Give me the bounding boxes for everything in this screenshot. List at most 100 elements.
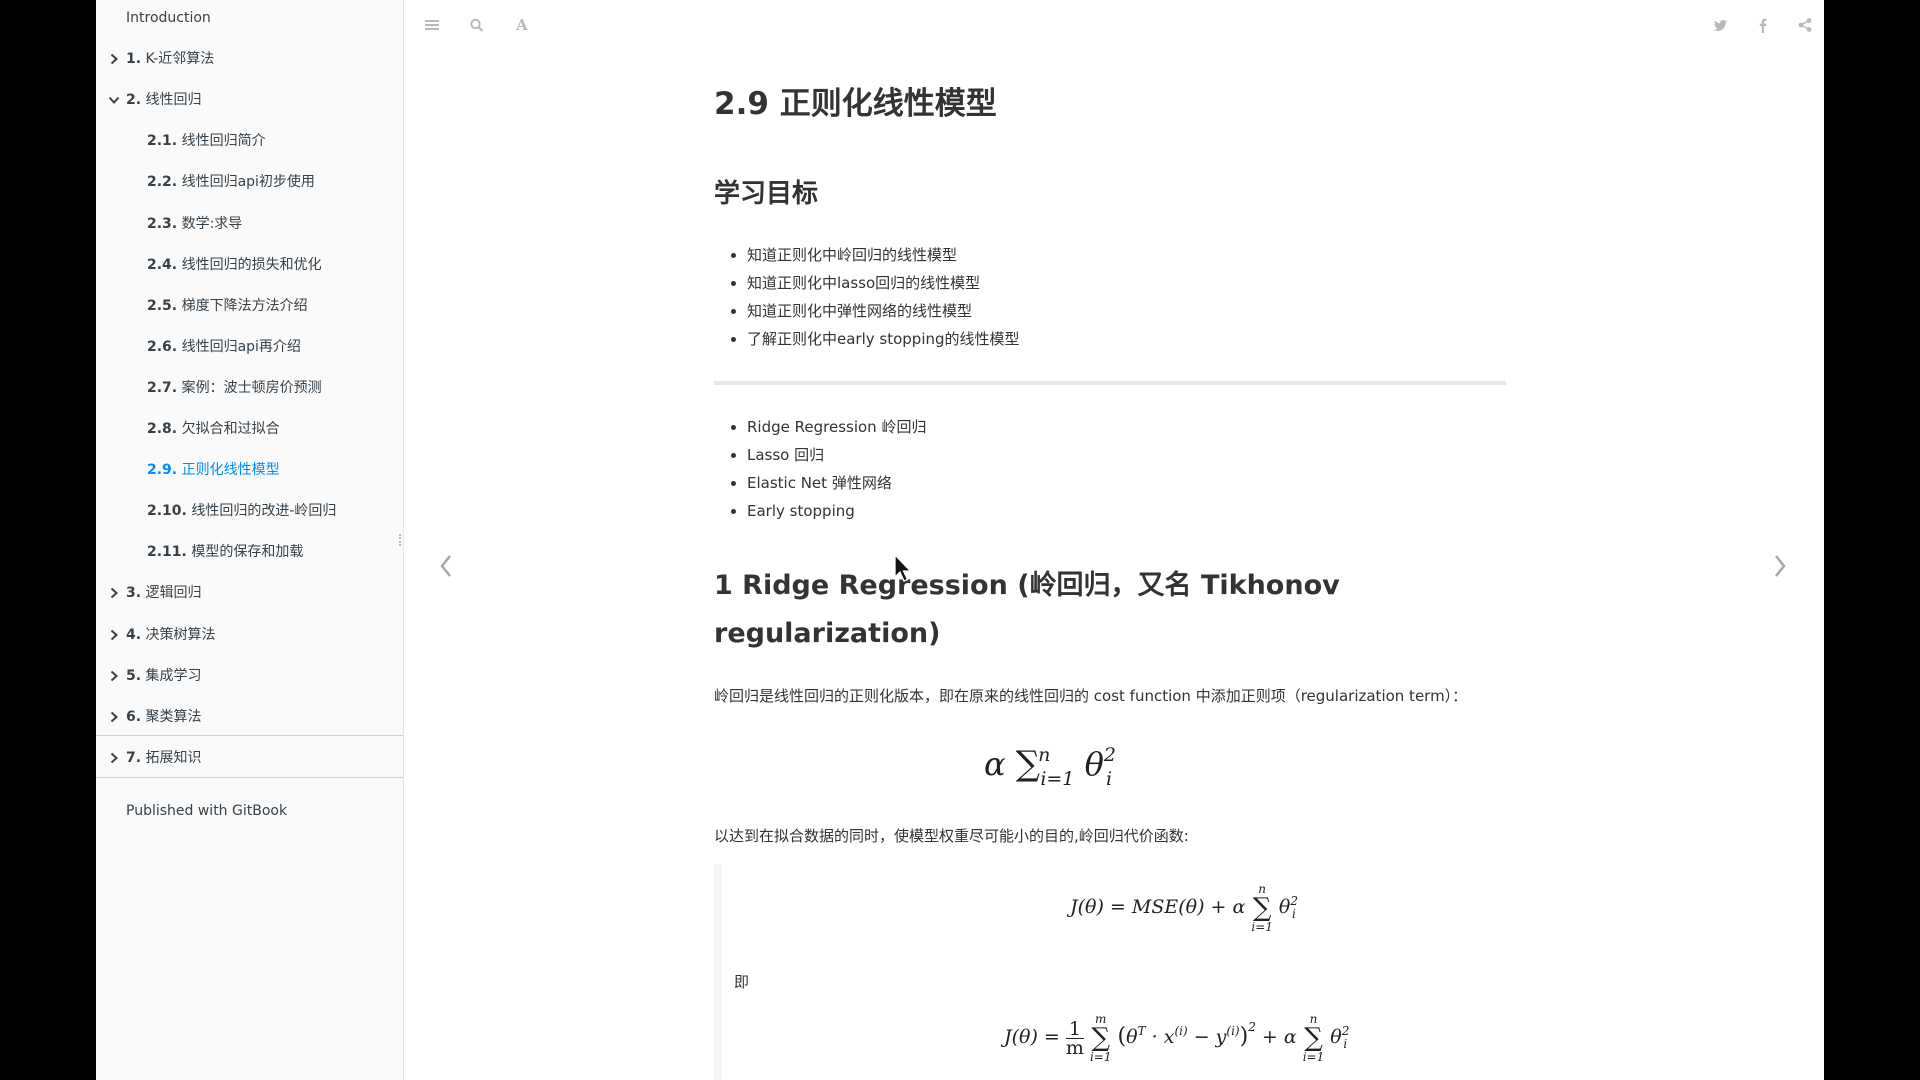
toc-item-number: 2.7. — [147, 380, 178, 396]
toc-item-2-4[interactable]: 2.4. 线性回归的损失和优化 — [147, 253, 322, 277]
ridge-cost-intro: 以达到在拟合数据的同时，使模型权重尽可能小的目的,岭回归代价函数: — [714, 827, 1189, 845]
toc-item-number: 2.10. — [147, 503, 187, 519]
ridge-description: 岭回归是线性回归的正则化版本，即在原来的线性回归的 cost function … — [714, 687, 1468, 705]
toc-item-2-11[interactable]: 2.11. 模型的保存和加载 — [147, 540, 303, 564]
chevron-right-icon[interactable] — [108, 746, 118, 770]
toc-item-label: 数学:求导 — [181, 216, 243, 232]
toc-item-label: K-近邻算法 — [145, 51, 215, 67]
mouse-cursor-icon — [894, 553, 914, 584]
ridge-regression-heading: 1 Ridge Regression (岭回归，又名 Tikhonov regu… — [714, 570, 1340, 649]
toc-item-label: 模型的保存和加载 — [191, 544, 304, 560]
toc-item-label: 线性回归简介 — [181, 133, 266, 149]
topics-list: Ridge Regression 岭回归 Lasso 回归 Elastic Ne… — [714, 413, 926, 525]
published-with-gitbook-link[interactable]: Published with GitBook — [126, 799, 287, 823]
toc-item-number: 2.11. — [147, 544, 187, 560]
share-icon[interactable] — [1797, 16, 1815, 34]
gitbook-app: Introduction 1. K-近邻算法 2. 线性回归 2.1. 线性回归简介 2… — [96, 0, 1824, 1080]
toc-item-number: 1. — [126, 51, 142, 67]
chevron-right-icon[interactable] — [108, 623, 118, 647]
toc-item-number: 2.4. — [147, 257, 178, 273]
toc-item-label: 线性回归的损失和优化 — [181, 257, 322, 273]
toc-item-label: 正则化线性模型 — [181, 462, 280, 478]
learning-goals-heading: 学习目标 — [714, 179, 819, 209]
toc-item-label: 案例：波士顿房价预测 — [181, 380, 322, 396]
toc-item-label: 欠拟合和过拟合 — [181, 421, 280, 437]
chevron-right-icon[interactable] — [108, 47, 118, 71]
font-settings-icon[interactable]: A — [513, 16, 531, 34]
ridge-expanded-cost-formula: J(θ) = 1m m ∑ i=1 (θT · x(i) − y(i))2 + … — [1004, 1012, 1350, 1064]
toc-item-number: 2. — [126, 92, 142, 108]
toc-item-label: 拓展知识 — [145, 750, 202, 766]
page-title: 2.9 正则化线性模型 — [714, 86, 997, 122]
list-item: 知道正则化中岭回归的线性模型 — [747, 241, 1020, 269]
toc-item-2-1[interactable]: 2.1. 线性回归简介 — [147, 129, 266, 153]
regularization-term-formula: α ∑ni=1 θ2i — [984, 744, 1116, 790]
chevron-right-icon[interactable] — [108, 664, 118, 688]
toc-divider — [96, 777, 403, 778]
toc-item-2-5[interactable]: 2.5. 梯度下降法方法介绍 — [147, 294, 308, 318]
menu-icon[interactable] — [424, 16, 442, 34]
toc-item-label: 线性回归api初步使用 — [181, 174, 315, 190]
equivalently-label: 即 — [734, 973, 750, 991]
toc-item-3[interactable]: 3. 逻辑回归 — [110, 581, 202, 605]
toc-item-1[interactable]: 1. K-近邻算法 — [110, 47, 215, 71]
search-icon[interactable] — [469, 16, 487, 34]
toc-item-2-3[interactable]: 2.3. 数学:求导 — [147, 212, 242, 236]
toc-item-label: Introduction — [126, 10, 211, 26]
toc-item-number: 6. — [126, 709, 142, 725]
toc-item-label: 梯度下降法方法介绍 — [181, 298, 308, 314]
toc-item-2-8[interactable]: 2.8. 欠拟合和过拟合 — [147, 417, 280, 441]
toc-item-introduction[interactable]: Introduction — [126, 6, 211, 30]
toc-item-number: 2.1. — [147, 133, 178, 149]
toc-item-number: 7. — [126, 750, 142, 766]
next-page-chevron-icon[interactable] — [1767, 550, 1791, 582]
list-item: Ridge Regression 岭回归 — [747, 413, 926, 441]
toc-item-label: 决策树算法 — [145, 627, 216, 643]
formula-block: J(θ) = MSE(θ) + α n ∑ i=1 θ2i 即 J(θ) = 1… — [714, 864, 1514, 1080]
toc-item-number: 2.2. — [147, 174, 178, 190]
toc-item-label: 线性回归api再介绍 — [181, 339, 301, 355]
toc-item-6[interactable]: 6. 聚类算法 — [110, 705, 202, 729]
list-item: 了解正则化中early stopping的线性模型 — [747, 325, 1020, 353]
toc-item-4[interactable]: 4. 决策树算法 — [110, 623, 216, 647]
ridge-cost-function-formula: J(θ) = MSE(θ) + α n ∑ i=1 θ2i — [1070, 882, 1299, 934]
toc-item-7[interactable]: 7. 拓展知识 — [110, 746, 202, 770]
toc-item-number: 2.6. — [147, 339, 178, 355]
toc-item-number: 3. — [126, 585, 142, 601]
list-item: 知道正则化中lasso回归的线性模型 — [747, 269, 1020, 297]
twitter-icon[interactable] — [1712, 16, 1730, 34]
list-item: 知道正则化中弹性网络的线性模型 — [747, 297, 1020, 325]
toc-item-label: 线性回归 — [145, 92, 202, 108]
main-content-area: A 2.9 正则化线性模型 学习目标 知道正则化中岭回归的线性模型 知道正则化中… — [404, 0, 1824, 1080]
toc-item-label: 集成学习 — [145, 668, 202, 684]
toc-item-number: 2.5. — [147, 298, 178, 314]
toc-item-label: 聚类算法 — [145, 709, 202, 725]
toc-item-5[interactable]: 5. 集成学习 — [110, 664, 202, 688]
sidebar-resize-handle[interactable] — [399, 534, 403, 546]
toc-item-2-10[interactable]: 2.10. 线性回归的改进-岭回归 — [147, 499, 336, 523]
toc-item-label: 逻辑回归 — [145, 585, 202, 601]
list-item: Lasso 回归 — [747, 441, 926, 469]
learning-goals-list: 知道正则化中岭回归的线性模型 知道正则化中lasso回归的线性模型 知道正则化中… — [714, 241, 1020, 353]
facebook-icon[interactable] — [1755, 16, 1773, 34]
toc-item-2-2[interactable]: 2.2. 线性回归api初步使用 — [147, 170, 315, 194]
chevron-right-icon[interactable] — [108, 705, 118, 729]
previous-page-chevron-icon[interactable] — [435, 550, 459, 582]
chevron-down-icon[interactable] — [108, 88, 120, 112]
toc-divider — [96, 735, 403, 736]
toc-item-2-9[interactable]: 2.9. 正则化线性模型 — [147, 458, 280, 482]
list-item: Elastic Net 弹性网络 — [747, 469, 926, 497]
toc-item-2[interactable]: 2. 线性回归 — [108, 88, 202, 112]
toc-item-label: 线性回归的改进-岭回归 — [191, 503, 337, 519]
toc-item-2-7[interactable]: 2.7. 案例：波士顿房价预测 — [147, 376, 322, 400]
horizontal-rule — [714, 381, 1506, 385]
sidebar-toc: Introduction 1. K-近邻算法 2. 线性回归 2.1. 线性回归简介 2… — [96, 0, 404, 1080]
chevron-right-icon[interactable] — [108, 581, 118, 605]
toc-item-number: 2.9. — [147, 462, 178, 478]
toc-item-number: 2.8. — [147, 421, 178, 437]
toc-item-number: 4. — [126, 627, 142, 643]
toc-item-2-6[interactable]: 2.6. 线性回归api再介绍 — [147, 335, 301, 359]
toc-item-number: 5. — [126, 668, 142, 684]
toc-item-number: 2.3. — [147, 216, 178, 232]
list-item: Early stopping — [747, 497, 926, 525]
